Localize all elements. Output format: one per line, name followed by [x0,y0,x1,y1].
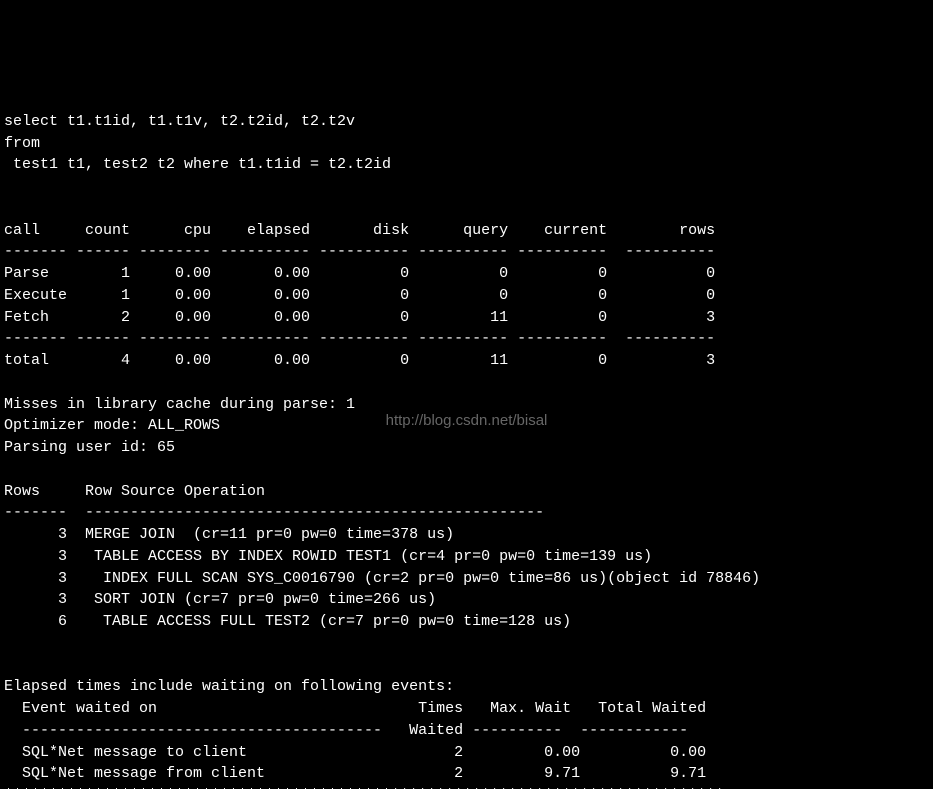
stats-row-execute: Execute 1 0.00 0.00 0 0 0 0 [4,287,715,304]
rowsrc-line: 6 TABLE ACCESS FULL TEST2 (cr=7 pr=0 pw=… [4,613,571,630]
stats-divider: ------- ------ -------- ---------- -----… [4,243,715,260]
stats-row-total: total 4 0.00 0.00 0 11 0 3 [4,352,715,369]
stats-row-parse: Parse 1 0.00 0.00 0 0 0 0 [4,265,715,282]
events-header2: ----------------------------------------… [4,722,688,739]
rowsrc-header: Rows Row Source Operation [4,483,265,500]
events-header1: Event waited on Times Max. Wait Total Wa… [4,700,706,717]
events-row: SQL*Net message from client 2 9.71 9.71 [4,765,706,782]
events-intro: Elapsed times include waiting on followi… [4,678,454,695]
terminal-output: select t1.t1id, t1.t1v, t2.t2id, t2.t2v … [0,109,933,789]
rowsrc-line: 3 SORT JOIN (cr=7 pr=0 pw=0 time=266 us) [4,591,436,608]
parsing-user-line: Parsing user id: 65 [4,439,175,456]
rowsrc-line: 3 TABLE ACCESS BY INDEX ROWID TEST1 (cr=… [4,548,652,565]
misses-line: Misses in library cache during parse: 1 [4,396,355,413]
sql-line2: from [4,135,40,152]
sql-line3: test1 t1, test2 t2 where t1.t1id = t2.t2… [4,156,391,173]
stats-divider: ------- ------ -------- ---------- -----… [4,330,715,347]
star-divider: ****************************************… [4,787,724,789]
sql-line1: select t1.t1id, t1.t1v, t2.t2id, t2.t2v [4,113,355,130]
stats-row-fetch: Fetch 2 0.00 0.00 0 11 0 3 [4,309,715,326]
rowsrc-line: 3 INDEX FULL SCAN SYS_C0016790 (cr=2 pr=… [4,570,760,587]
events-row: SQL*Net message to client 2 0.00 0.00 [4,744,706,761]
rowsrc-divider: ------- --------------------------------… [4,504,544,521]
optimizer-line: Optimizer mode: ALL_ROWS [4,417,220,434]
stats-header-row: call count cpu elapsed disk query curren… [4,222,715,239]
rowsrc-line: 3 MERGE JOIN (cr=11 pr=0 pw=0 time=378 u… [4,526,454,543]
